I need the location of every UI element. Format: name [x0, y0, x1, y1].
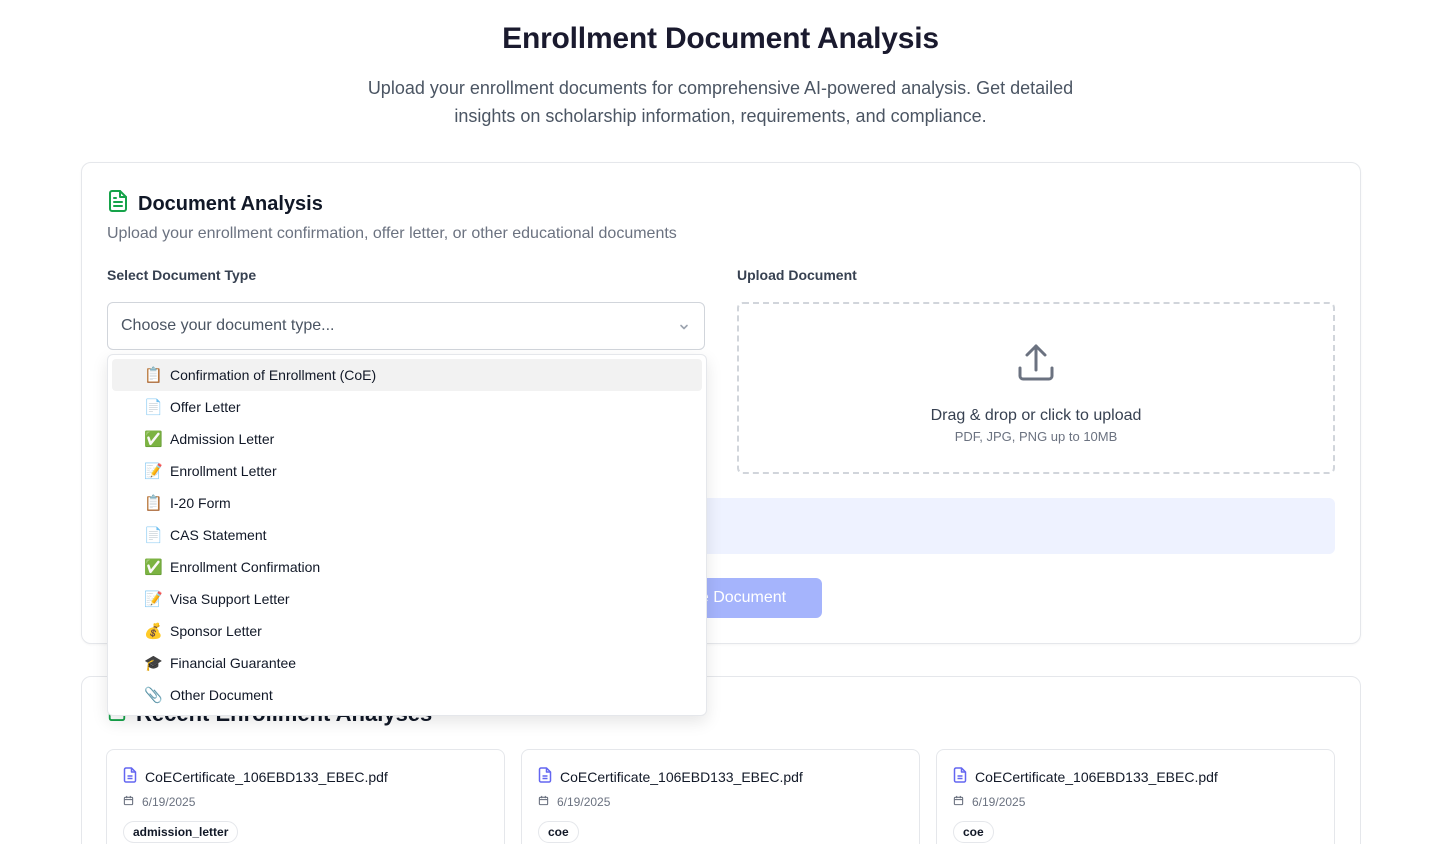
- dropdown-option-other-document[interactable]: 📎 Other Document: [112, 679, 702, 711]
- page-subtitle: Upload your enrollment documents for com…: [367, 78, 1074, 126]
- dropdown-option-admission-letter[interactable]: ✅ Admission Letter: [112, 423, 702, 455]
- document-icon: [538, 767, 552, 786]
- dropdown-option-cas-statement[interactable]: 📄 CAS Statement: [112, 519, 702, 551]
- file-name: CoECertificate_106EBD133_EBEC.pdf: [145, 768, 388, 785]
- page-icon: 📄: [144, 399, 163, 416]
- document-type-badge: coe: [538, 821, 579, 843]
- clipboard-icon: 📋: [144, 495, 163, 512]
- document-type-badge: coe: [953, 821, 994, 843]
- upload-dropzone[interactable]: Drag & drop or click to upload PDF, JPG,…: [737, 302, 1335, 474]
- clipboard-icon: 📋: [144, 367, 163, 384]
- dropdown-option-financial-guarantee[interactable]: 🎓 Financial Guarantee: [112, 647, 702, 679]
- dropdown-option-enrollment-confirmation[interactable]: ✅ Enrollment Confirmation: [112, 551, 702, 583]
- dropdown-option-sponsor-letter[interactable]: 💰 Sponsor Letter: [112, 615, 702, 647]
- analysis-date: 6/19/2025: [557, 795, 611, 809]
- upload-main-text: Drag & drop or click to upload: [930, 407, 1142, 424]
- option-label: Financial Guarantee: [170, 655, 297, 671]
- file-name: CoECertificate_106EBD133_EBEC.pdf: [560, 768, 803, 785]
- upload-label: Upload Document: [737, 267, 857, 283]
- memo-icon: 📝: [144, 591, 163, 608]
- dropdown-option-i20-form[interactable]: 📋 I-20 Form: [112, 487, 702, 519]
- card-title: Document Analysis: [138, 192, 323, 215]
- card-header: Document Analysis: [107, 189, 323, 219]
- document-icon: [123, 767, 137, 786]
- calendar-icon: [953, 795, 964, 809]
- money-bag-icon: 💰: [144, 623, 163, 640]
- option-label: CAS Statement: [170, 527, 267, 543]
- upload-icon: [1014, 340, 1058, 389]
- document-type-dropdown: 📋 Confirmation of Enrollment (CoE) 📄 Off…: [107, 354, 707, 716]
- dropdown-option-visa-support-letter[interactable]: 📝 Visa Support Letter: [112, 583, 702, 615]
- dropdown-option-enrollment-letter[interactable]: 📝 Enrollment Letter: [112, 455, 702, 487]
- calendar-icon: [123, 795, 134, 809]
- recent-analysis-item[interactable]: CoECertificate_106EBD133_EBEC.pdf 6/19/2…: [521, 749, 920, 844]
- option-label: Other Document: [170, 687, 273, 703]
- option-label: I-20 Form: [170, 495, 231, 511]
- analyze-button-label: e Document: [699, 589, 787, 606]
- option-label: Enrollment Letter: [170, 463, 277, 479]
- card-description: Upload your enrollment confirmation, off…: [107, 225, 677, 242]
- file-text-icon: [107, 189, 129, 219]
- select-placeholder: Choose your document type...: [121, 317, 335, 334]
- analysis-date: 6/19/2025: [142, 795, 196, 809]
- check-mark-icon: ✅: [144, 431, 163, 448]
- dropdown-option-coe[interactable]: 📋 Confirmation of Enrollment (CoE): [112, 359, 702, 391]
- document-type-label: Select Document Type: [107, 267, 257, 283]
- option-label: Visa Support Letter: [170, 591, 290, 607]
- file-name: CoECertificate_106EBD133_EBEC.pdf: [975, 768, 1218, 785]
- upload-hint-text: PDF, JPG, PNG up to 10MB: [954, 429, 1118, 444]
- dropdown-option-offer-letter[interactable]: 📄 Offer Letter: [112, 391, 702, 423]
- document-type-select[interactable]: Choose your document type...: [107, 302, 705, 350]
- option-label: Admission Letter: [170, 431, 275, 447]
- check-mark-icon: ✅: [144, 559, 163, 576]
- graduation-cap-icon: 🎓: [144, 655, 163, 672]
- document-icon: [953, 767, 967, 786]
- document-type-badge: admission_letter: [123, 821, 239, 843]
- recent-analysis-item[interactable]: CoECertificate_106EBD133_EBEC.pdf 6/19/2…: [106, 749, 505, 844]
- chevron-down-icon: [678, 320, 690, 338]
- option-label: Offer Letter: [170, 399, 241, 415]
- option-label: Confirmation of Enrollment (CoE): [170, 367, 377, 383]
- calendar-icon: [538, 795, 549, 809]
- recent-analysis-item[interactable]: CoECertificate_106EBD133_EBEC.pdf 6/19/2…: [936, 749, 1335, 844]
- analysis-date: 6/19/2025: [972, 795, 1026, 809]
- page-title: Enrollment Document Analysis: [502, 22, 939, 55]
- option-label: Enrollment Confirmation: [170, 559, 321, 575]
- page-icon: 📄: [144, 527, 163, 544]
- paperclip-icon: 📎: [144, 687, 163, 704]
- memo-icon: 📝: [144, 463, 163, 480]
- option-label: Sponsor Letter: [170, 623, 262, 639]
